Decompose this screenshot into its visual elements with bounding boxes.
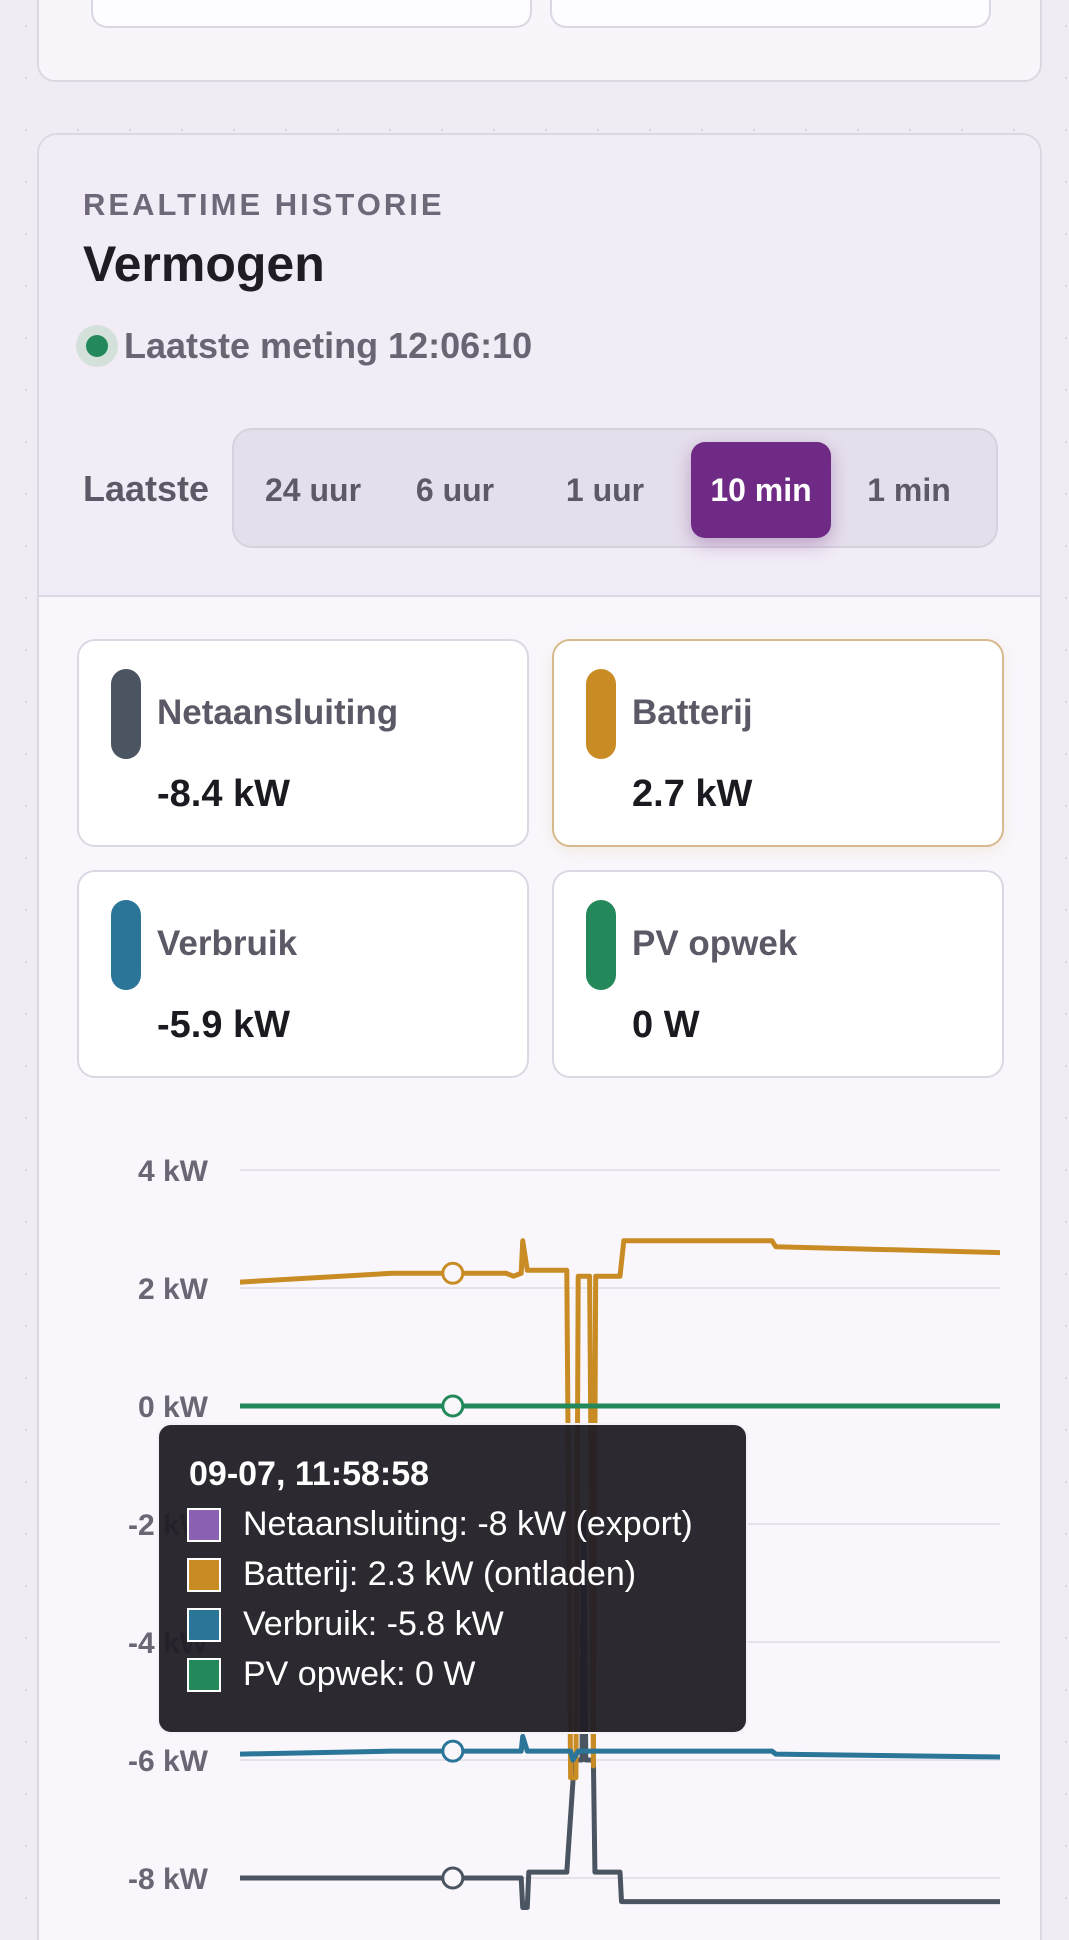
tooltip-swatch-icon (187, 1607, 221, 1642)
y-tick-label: -6 kW (128, 1745, 209, 1778)
tooltip-row-text: Batterij: 2.3 kW (ontladen) (243, 1555, 637, 1593)
tooltip-row: PV opwek: 0 W (187, 1655, 475, 1694)
hover-point (441, 1866, 465, 1890)
y-tick-label: 4 kW (138, 1155, 209, 1188)
hover-point (441, 1739, 465, 1763)
y-tick-label: -8 kW (128, 1863, 209, 1896)
hover-point (441, 1394, 465, 1418)
tooltip-row-text: Netaansluiting: -8 kW (export) (243, 1505, 693, 1543)
tooltip-title: 09-07, 11:58:58 (189, 1455, 430, 1493)
tooltip-swatch-icon (187, 1507, 221, 1542)
tooltip-swatch-icon (187, 1657, 221, 1692)
hover-point (441, 1261, 465, 1285)
tooltip-row: Verbruik: -5.8 kW (187, 1605, 504, 1644)
y-tick-label: 2 kW (138, 1273, 209, 1306)
tooltip-row: Batterij: 2.3 kW (ontladen) (187, 1555, 636, 1594)
chart-tooltip: 09-07, 11:58:58 Netaansluiting: -8 kW (e… (157, 1423, 748, 1734)
tooltip-row-text: PV opwek: 0 W (243, 1655, 476, 1693)
tooltip-swatch-icon (187, 1557, 221, 1592)
y-tick-label: 0 kW (138, 1391, 209, 1424)
tooltip-row: Netaansluiting: -8 kW (export) (187, 1505, 693, 1544)
tooltip-row-text: Verbruik: -5.8 kW (243, 1605, 504, 1643)
page: REALTIME HISTORIE Vermogen Laatste metin… (0, 0, 1069, 1940)
series-line-verbruik (239, 1733, 1001, 1763)
